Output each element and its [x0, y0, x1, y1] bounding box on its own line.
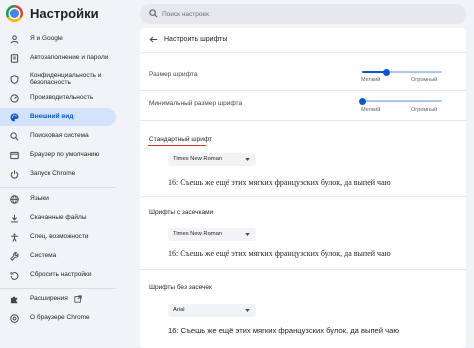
- chrome-logo-icon: [6, 5, 23, 22]
- sidebar-item-label: Запуск Chrome: [30, 170, 76, 178]
- font-size-min-label: Мелкий: [361, 77, 381, 83]
- divider: [140, 269, 466, 270]
- divider: [140, 52, 466, 53]
- back-arrow-icon[interactable]: [149, 35, 158, 44]
- globe-icon: [9, 194, 19, 204]
- min-font-size-label: Минимальный размер шрифта: [149, 100, 243, 107]
- sidebar-item-label: Скачанные файлы: [30, 214, 87, 222]
- search-input[interactable]: [162, 6, 452, 22]
- sidebar-item-label: Браузер по умолчанию: [30, 151, 100, 159]
- divider: [140, 196, 466, 197]
- sidebar-item-appearance[interactable]: Внешний вид: [0, 108, 116, 126]
- sidebar-divider: [0, 187, 116, 188]
- sidebar-item-label: Внешний вид: [30, 113, 74, 121]
- sidebar-item-label: Автозаполнение и пароли: [30, 54, 109, 62]
- power-icon: [9, 169, 19, 179]
- sidebar-item-label: О браузере Chrome: [30, 314, 90, 322]
- font-size-max-label: Огромный: [411, 77, 438, 83]
- highlight-underline: [148, 145, 206, 146]
- sidebar-item-label: Языки: [30, 195, 49, 203]
- serif-font-select[interactable]: Times New Roman: [168, 228, 256, 241]
- sidebar-item-label: Спец. возможности: [30, 233, 89, 241]
- standard-font-label: Стандартный шрифт: [149, 136, 213, 143]
- font-size-slider[interactable]: [362, 68, 442, 76]
- standard-font-preview: 16: Съешь же ещё этих мягких французских…: [168, 178, 391, 187]
- puzzle-icon: [9, 294, 19, 304]
- select-value: Times New Roman: [173, 231, 223, 237]
- document-icon: [9, 53, 19, 63]
- sidebar-item-label: Расширения: [30, 295, 68, 303]
- download-icon: [9, 213, 19, 223]
- search-icon: [9, 131, 19, 141]
- font-size-slider-thumb[interactable]: [382, 68, 390, 76]
- fonts-panel: Настроить шрифты Размер шрифта Мелкий Ог…: [140, 28, 466, 348]
- sidebar-item-downloads[interactable]: Скачанные файлы: [0, 209, 116, 227]
- serif-font-preview: 16: Съешь же ещё этих мягких французских…: [168, 249, 391, 258]
- sidebar-item-extensions[interactable]: Расширения: [0, 290, 116, 308]
- min-font-size-slider-thumb[interactable]: [358, 97, 366, 105]
- dropdown-caret-icon: [245, 309, 250, 312]
- sidebar-item-label: Я и Google: [30, 35, 63, 43]
- reset-icon: [9, 270, 19, 280]
- select-value: Arial: [173, 307, 185, 313]
- divider: [140, 90, 466, 91]
- page-title: Настроить шрифты: [164, 36, 228, 43]
- min-font-size-slider[interactable]: [358, 97, 442, 105]
- min-font-size-max-label: Огромный: [411, 107, 438, 113]
- browser-icon: [9, 150, 19, 160]
- search-bar[interactable]: [140, 4, 466, 24]
- external-link-icon: [74, 295, 82, 303]
- sidebar-item-label: Сбросить настройки: [30, 271, 92, 279]
- sidebar: Я и Google Автозаполнение и пароли Конфи…: [0, 28, 118, 348]
- standard-font-select[interactable]: Times New Roman: [168, 153, 256, 166]
- sans-font-select[interactable]: Arial: [168, 304, 256, 317]
- sidebar-divider: [0, 288, 116, 289]
- sans-font-preview: 16: Съешь же ещё этих мягких французских…: [168, 326, 400, 335]
- sidebar-item-default-browser[interactable]: Браузер по умолчанию: [0, 146, 116, 164]
- app-title: Настройки: [30, 6, 99, 21]
- serif-font-label: Шрифты с засечками: [149, 209, 214, 216]
- sidebar-item-performance[interactable]: Производительность: [0, 89, 116, 107]
- sidebar-item-accessibility[interactable]: Спец. возможности: [0, 228, 116, 246]
- accessibility-icon: [9, 232, 19, 242]
- person-icon: [9, 34, 19, 44]
- sidebar-item-search-engine[interactable]: Поисковая система: [0, 127, 116, 145]
- sidebar-item-label: Конфиденциальность и безопасность: [30, 71, 102, 87]
- sidebar-item-privacy[interactable]: Конфиденциальность и безопасность: [0, 68, 116, 90]
- sidebar-item-system[interactable]: Система: [0, 247, 116, 265]
- search-icon: [149, 9, 158, 18]
- sidebar-item-languages[interactable]: Языки: [0, 190, 116, 208]
- sidebar-item-reset[interactable]: Сбросить настройки: [0, 266, 116, 284]
- sidebar-item-autofill[interactable]: Автозаполнение и пароли: [0, 49, 116, 67]
- sans-font-label: Шрифты без засечек: [149, 284, 212, 291]
- dropdown-caret-icon: [245, 158, 250, 161]
- select-value: Times New Roman: [173, 156, 223, 162]
- shield-icon: [9, 74, 19, 84]
- sidebar-item-label: Производительность: [30, 94, 94, 102]
- sidebar-item-you-and-google[interactable]: Я и Google: [0, 30, 116, 48]
- sidebar-item-label: Поисковая система: [30, 132, 89, 140]
- sidebar-item-on-startup[interactable]: Запуск Chrome: [0, 165, 116, 183]
- sidebar-item-label: Система: [30, 252, 57, 260]
- palette-icon: [9, 112, 19, 122]
- dropdown-caret-icon: [245, 233, 250, 236]
- min-font-size-min-label: Мелкий: [361, 107, 381, 113]
- wrench-icon: [9, 251, 19, 261]
- speedometer-icon: [9, 93, 19, 103]
- font-size-label: Размер шрифта: [149, 71, 198, 78]
- header: Настройки: [0, 0, 474, 28]
- divider: [140, 120, 466, 121]
- sidebar-item-about-chrome[interactable]: О браузере Chrome: [0, 309, 116, 327]
- chrome-icon: [9, 313, 19, 323]
